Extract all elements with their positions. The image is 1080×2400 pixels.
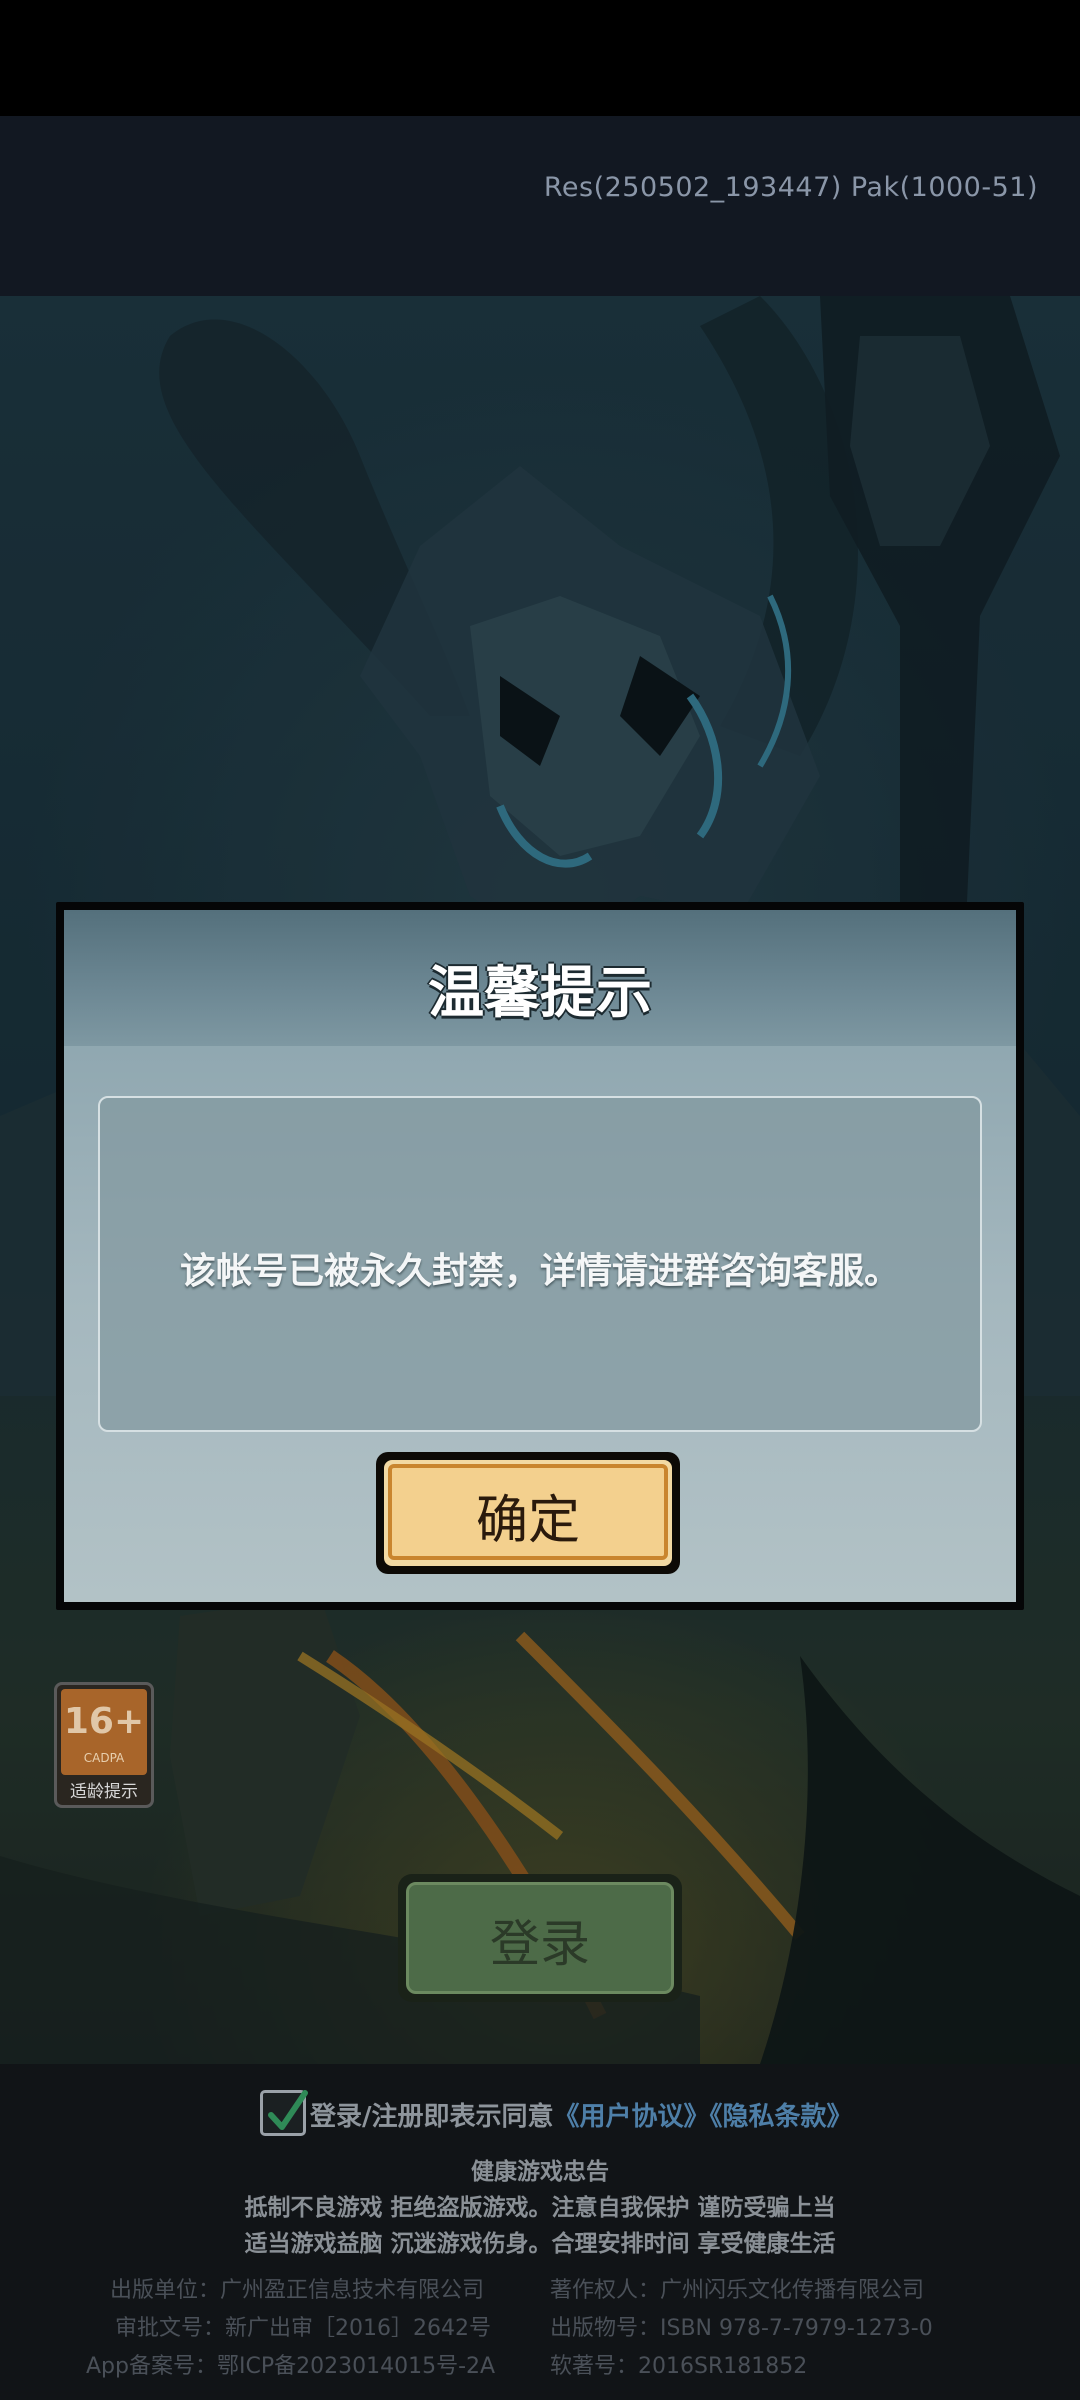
confirm-button-label: 确定 bbox=[475, 1491, 580, 1551]
user-agreement-link[interactable]: 《用户协议》 bbox=[554, 2102, 710, 2132]
dialog-message: 该帐号已被永久封禁，详情请进群咨询客服。 bbox=[179, 1251, 900, 1292]
login-button-label: 登录 bbox=[490, 1915, 590, 1973]
health-advice-line-2: 适当游戏益脑 沉迷游戏伤身。合理安排时间 享受健康生活 bbox=[244, 2231, 836, 2257]
agreement-checkbox[interactable] bbox=[260, 2090, 308, 2136]
agreement-prefix: 登录/注册即表示同意 bbox=[310, 2102, 554, 2132]
status-bar bbox=[0, 0, 1080, 116]
age-rating-caption: 适龄提示 bbox=[70, 1782, 138, 1802]
age-rating-badge[interactable]: 16+ CADPA 适龄提示 bbox=[54, 1682, 154, 1808]
isbn-number: 出版物号：ISBN 978-7-7979-1273-0 bbox=[550, 2316, 933, 2341]
header-band bbox=[0, 116, 1080, 296]
icp-record: App备案号：鄂ICP备2023014015号-2A bbox=[86, 2354, 496, 2379]
health-advice-title: 健康游戏忠告 bbox=[471, 2159, 609, 2185]
agreement-text: 登录/注册即表示同意《用户协议》《隐私条款》 bbox=[310, 2096, 853, 2133]
health-advice-line-1: 抵制不良游戏 拒绝盗版游戏。注意自我保护 谨防受骗上当 bbox=[244, 2195, 836, 2221]
age-rating-tile: 16+ CADPA bbox=[61, 1689, 147, 1775]
dialog-title: 温馨提示 bbox=[428, 961, 652, 1026]
approval-number: 审批文号：新广出审［2016］2642号 bbox=[115, 2316, 491, 2341]
privacy-policy-link[interactable]: 《隐私条款》 bbox=[710, 2102, 853, 2132]
checkmark-icon bbox=[268, 2090, 308, 2130]
dialog-message-box: 该帐号已被永久封禁，详情请进群咨询客服。 bbox=[98, 1096, 982, 1432]
login-button[interactable]: 登录 bbox=[398, 1874, 682, 2002]
version-label: Res(250502_193447) Pak(1000-51) bbox=[543, 172, 1038, 203]
confirm-button[interactable]: 确定 bbox=[376, 1452, 680, 1574]
age-rating-number: 16+ bbox=[63, 1701, 145, 1742]
copyright-owner: 著作权人：广州闪乐文化传播有限公司 bbox=[550, 2278, 925, 2303]
publisher-info: 出版单位：广州盈正信息技术有限公司 bbox=[110, 2278, 485, 2303]
notice-dialog: 温馨提示 该帐号已被永久封禁，详情请进群咨询客服。 确定 bbox=[56, 902, 1024, 1610]
age-rating-org: CADPA bbox=[83, 1751, 125, 1765]
software-registration: 软著号：2016SR181852 bbox=[550, 2354, 808, 2379]
footer: 登录/注册即表示同意《用户协议》《隐私条款》 健康游戏忠告 抵制不良游戏 拒绝盗… bbox=[0, 2064, 1080, 2400]
